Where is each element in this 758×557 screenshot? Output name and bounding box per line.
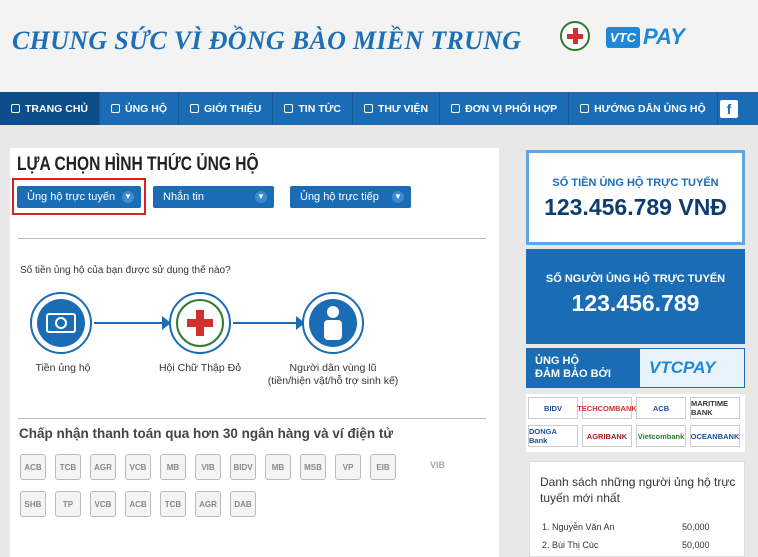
home-icon: [11, 104, 20, 113]
partners-icon: [451, 104, 461, 113]
money-step: [30, 292, 92, 354]
usage-question: Số tiền ủng hộ của bạn được sử dụng thế …: [20, 265, 231, 276]
vtcpay-logo-small: VTCPAY: [649, 358, 716, 377]
tab-direct-donation[interactable]: Ủng hộ trực tiếp ▼: [290, 186, 411, 208]
vtcpay-logo: VTC PAY: [606, 24, 685, 50]
donors-count-box: SỐ NGƯỜI ỦNG HỘ TRỰC TUYẾN 123.456.789: [526, 249, 745, 344]
nav-item-library[interactable]: THƯ VIỆN: [353, 92, 441, 125]
bank-logo[interactable]: DAB: [230, 491, 256, 517]
red-cross-step: [169, 292, 231, 354]
money-icon: [46, 313, 76, 333]
step-label-people: Người dân vùng lũ: [289, 362, 377, 374]
bank-logo[interactable]: EIB: [370, 454, 396, 480]
online-amount-value: 123.456.789 VNĐ: [544, 194, 727, 220]
nav-item-about[interactable]: GIỚI THIỆU: [179, 92, 274, 125]
vtc-mark-icon: VTC: [606, 26, 640, 48]
bank-logo: VIB: [430, 460, 446, 470]
partner-logo[interactable]: BIDV: [528, 397, 578, 419]
bank-logo[interactable]: TCB: [160, 491, 186, 517]
donation-methods-panel: LỰA CHỌN HÌNH THỨC ỦNG HỘ Ủng hộ trực tu…: [10, 148, 499, 557]
bank-logo[interactable]: TCB: [55, 454, 81, 480]
nav-item-donate[interactable]: ỦNG HỘ: [100, 92, 179, 125]
site-title: CHUNG SỨC VÌ ĐỒNG BÀO MIỀN TRUNG: [12, 26, 522, 55]
donor-name: 2. Bùi Thị Cúc: [542, 540, 599, 550]
main-nav: TRANG CHỦ ỦNG HỘ GIỚI THIỆU TIN TỨC THƯ …: [0, 92, 758, 125]
news-icon: [284, 104, 294, 113]
guide-icon: [580, 104, 590, 113]
partner-logo[interactable]: ACB: [636, 397, 686, 419]
nav-item-news[interactable]: TIN TỨC: [273, 92, 353, 125]
partner-logo[interactable]: Vietcombank: [636, 425, 686, 447]
chevron-down-icon: ▼: [392, 191, 404, 203]
partner-logo[interactable]: MARITIME BANK: [690, 397, 740, 419]
person-icon: [324, 306, 342, 340]
partner-logo[interactable]: DONGA Bank: [528, 425, 578, 447]
donor-amount: 50,000: [682, 540, 710, 550]
bank-logo[interactable]: BIDV: [230, 454, 256, 480]
facebook-icon[interactable]: f: [720, 100, 738, 118]
page-title: LỰA CHỌN HÌNH THỨC ỦNG HỘ: [17, 154, 259, 175]
red-cross-icon: [187, 310, 213, 336]
divider: [18, 238, 486, 239]
guarantee-text: ỦNG HỘ ĐẢM BẢO BỞI: [535, 355, 611, 380]
bank-logo[interactable]: VCB: [125, 454, 151, 480]
bank-logo[interactable]: MB: [265, 454, 291, 480]
partner-logo[interactable]: AGRIBANK: [582, 425, 632, 447]
partner-logo[interactable]: OCEANBANK: [690, 425, 740, 447]
accepted-banks-title: Chấp nhận thanh toán qua hơn 30 ngân hàn…: [19, 426, 394, 441]
donors-count-label: SỐ NGƯỜI ỦNG HỘ TRỰC TUYẾN: [545, 273, 726, 285]
bank-logo[interactable]: AGR: [90, 454, 116, 480]
step-label-people-sub: (tiền/hiện vật/hỗ trợ sinh kế): [267, 375, 399, 387]
nav-item-partners[interactable]: ĐƠN VỊ PHỐI HỢP: [440, 92, 570, 125]
bank-logo[interactable]: TP: [55, 491, 81, 517]
partner-banks: BIDV TECHCOMBANK ACB MARITIME BANK DONGA…: [526, 394, 745, 452]
bank-logo[interactable]: VP: [335, 454, 361, 480]
bank-logo[interactable]: ACB: [20, 454, 46, 480]
guarantee-banner: ỦNG HỘ ĐẢM BẢO BỞI VTCPAY: [526, 348, 745, 388]
bank-logo[interactable]: SHB: [20, 491, 46, 517]
donate-icon: [111, 104, 120, 113]
bank-logo[interactable]: VCB: [90, 491, 116, 517]
bank-logo[interactable]: VIB: [195, 454, 221, 480]
info-icon: [190, 104, 199, 113]
online-amount-box: SỐ TIỀN ỦNG HỘ TRỰC TUYẾN 123.456.789 VN…: [526, 150, 745, 245]
partner-logo[interactable]: TECHCOMBANK: [577, 397, 637, 419]
red-cross-logo-icon: [560, 21, 590, 51]
bank-logo[interactable]: MB: [160, 454, 186, 480]
bank-logo[interactable]: AGR: [195, 491, 221, 517]
library-icon: [363, 104, 373, 113]
bank-logo[interactable]: MSB: [300, 454, 326, 480]
recent-donors-panel: Danh sách những người ủng hộ trực tuyến …: [529, 461, 745, 557]
tab-online-donation[interactable]: Ủng hộ trực tuyến ▼: [17, 186, 141, 208]
donor-amount: 50,000: [682, 522, 710, 532]
chevron-down-icon: ▼: [255, 191, 267, 203]
divider: [18, 418, 486, 419]
site-header: CHUNG SỨC VÌ ĐỒNG BÀO MIỀN TRUNG VTC PAY: [0, 0, 758, 92]
nav-item-home[interactable]: TRANG CHỦ: [0, 92, 100, 125]
nav-item-guide[interactable]: HƯỚNG DẪN ỦNG HỘ: [569, 92, 718, 125]
tab-sms[interactable]: Nhắn tin ▼: [153, 186, 274, 208]
online-amount-label: SỐ TIỀN ỦNG HỘ TRỰC TUYẾN: [552, 177, 719, 189]
recent-donors-title: Danh sách những người ủng hộ trực tuyến …: [540, 475, 736, 505]
step-label-red-cross: Hội Chữ Thập Đỏ: [158, 362, 242, 374]
step-label-money: Tiền ủng hộ: [35, 362, 91, 374]
bank-logo[interactable]: ACB: [125, 491, 151, 517]
donors-count-value: 123.456.789: [571, 290, 700, 316]
chevron-down-icon: ▼: [122, 191, 134, 203]
people-step: [302, 292, 364, 354]
donor-name: 1. Nguyễn Văn An: [542, 522, 615, 532]
